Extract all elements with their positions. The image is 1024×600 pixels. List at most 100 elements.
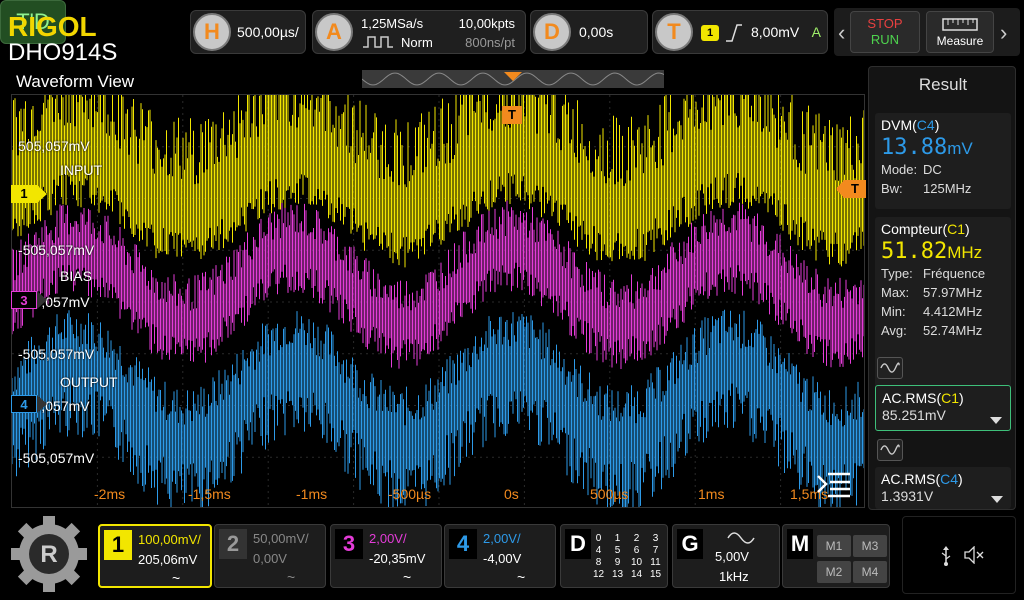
digital-channel-13: 13 <box>611 569 624 580</box>
acrms1-dropdown-icon[interactable] <box>990 417 1002 424</box>
waveform-overview-strip[interactable] <box>361 70 665 88</box>
trigger-level-marker[interactable]: T <box>836 180 866 198</box>
dvm-bw-row: Bw: 125MHz <box>881 179 1011 198</box>
memory-depth: 10,00kpts <box>458 16 515 31</box>
math-m1-button[interactable]: M1 <box>817 535 851 557</box>
dvm-card[interactable]: DVM(C4) 13.88mV Mode: DC Bw: 125MHz <box>875 113 1011 209</box>
acrms-c4-card[interactable]: AC.RMS(C4) 1.3931V <box>875 467 1011 509</box>
trigger-key[interactable]: T <box>655 13 693 51</box>
digital-channels-box[interactable]: D 0 1 2 3 4 5 6 7 8 9 10 11 12 13 14 15 <box>560 524 668 588</box>
horizontal-key[interactable]: H <box>193 13 231 51</box>
counter-reading: 51.82MHz <box>881 239 1011 264</box>
ch2-coupling: ~ <box>287 569 296 585</box>
stop-label: STOP <box>867 16 903 31</box>
delay-panel[interactable]: D 0,00s <box>530 10 648 54</box>
x-tick-6: 1ms <box>698 486 725 502</box>
trigger-level: 8,00mV <box>751 24 800 40</box>
ruler-icon <box>942 18 978 31</box>
trigger-position-marker[interactable]: T <box>502 106 522 124</box>
digital-channel-7: 7 <box>652 545 659 556</box>
counter-max-key: Max: <box>881 285 910 300</box>
math-m3-button[interactable]: M3 <box>853 535 887 557</box>
menu-expand-icon[interactable] <box>816 470 852 500</box>
stop-run-button[interactable]: STOP RUN <box>850 11 920 53</box>
ch1-voltage-lower: -505,057mV <box>18 242 95 258</box>
acquire-panel[interactable]: A 1,25MSa/s Norm 10,00kpts 800ns/pt <box>312 10 526 54</box>
chevron-right-icon[interactable]: › <box>1000 20 1007 46</box>
dvm-bw-key: Bw: <box>881 181 903 196</box>
digital-channel-15: 15 <box>649 569 662 580</box>
acrms4-name: AC.RMS <box>881 471 936 487</box>
acrms1-header: AC.RMS(C1) <box>882 390 964 406</box>
dvm-mode-value: DC <box>923 162 942 177</box>
channel-2-box[interactable]: 2 50,00mV/ 0,00V ~ <box>214 524 326 588</box>
channel-3-box[interactable]: 3 2,00V/ -20,35mV ~ <box>330 524 442 588</box>
trigger-panel[interactable]: T 1 8,00mV A <box>652 10 828 54</box>
digital-channel-0: 0 <box>595 533 602 544</box>
ch1-number: 1 <box>104 530 132 560</box>
acrms-c1-card[interactable]: AC.RMS(C1) 85.251mV <box>875 385 1011 431</box>
acquire-key[interactable]: A <box>315 13 353 51</box>
acq-mode-icon <box>363 36 393 48</box>
generator-box[interactable]: G 5,00V 1kHz <box>672 524 780 588</box>
model-name: DHO914S <box>8 39 118 66</box>
ch1-voltage-upper: 505,057mV <box>18 138 90 154</box>
generator-frequency: 1kHz <box>719 569 749 584</box>
ch1-label: INPUT <box>60 162 102 178</box>
acrms1-name: AC.RMS <box>882 390 937 406</box>
digital-channel-grid: 0 1 2 3 4 5 6 7 8 9 10 11 12 13 14 15 <box>589 533 665 581</box>
counter-type-key: Type: <box>881 266 913 281</box>
gear-icon[interactable]: R <box>6 514 92 594</box>
counter-type-row: Type: Fréquence <box>881 264 1011 283</box>
counter-name: Compteur <box>881 221 943 237</box>
acrms4-dropdown-icon[interactable] <box>991 496 1003 503</box>
counter-avg-key: Avg: <box>881 323 907 338</box>
speaker-mute-icon[interactable] <box>964 546 986 564</box>
acrms4-source: C4 <box>940 471 959 487</box>
math-m2-button[interactable]: M2 <box>817 561 851 583</box>
ch3-offset: -20,35mV <box>369 551 426 566</box>
math-m4-button[interactable]: M4 <box>853 561 887 583</box>
dvm-reading: 13.88mV <box>881 135 1011 160</box>
counter-min-value: 4.412MHz <box>923 304 983 319</box>
channel-1-box[interactable]: 1 100,00mV/ 205,06mV ~ <box>98 524 212 588</box>
dvm-header: DVM(C4) <box>881 117 940 133</box>
trigger-coupling: A <box>811 24 821 40</box>
counter-card[interactable]: Compteur(C1) 51.82MHz Type: Fréquence Max… <box>875 217 1011 413</box>
dvm-mode-key: Mode: <box>881 162 918 177</box>
result-title: Result <box>918 75 968 94</box>
acrms4-header: AC.RMS(C4) <box>881 471 963 487</box>
ch3-number: 3 <box>335 529 363 559</box>
waveform-canvas <box>12 95 864 507</box>
digital-channel-10: 10 <box>630 557 643 568</box>
math-box[interactable]: M M1 M3 M2 M4 <box>782 524 890 588</box>
x-tick-1: -1,5ms <box>188 486 231 502</box>
chevron-left-icon[interactable]: ‹ <box>838 20 845 46</box>
waveform-display[interactable] <box>11 94 865 508</box>
ch1-coupling: ~ <box>172 570 181 586</box>
counter-max-row: Max: 57.97MHz <box>881 283 1011 302</box>
digital-channel-14: 14 <box>630 569 643 580</box>
x-tick-0: -2ms <box>94 486 126 502</box>
ch3-voltage-lower: -505,057mV <box>18 346 95 362</box>
measure-button[interactable]: Measure <box>926 11 994 53</box>
acquire-mode: Norm <box>401 35 433 50</box>
horizontal-panel[interactable]: H 500,00µs/ <box>190 10 306 54</box>
digital-channel-8: 8 <box>595 557 602 568</box>
x-tick-3: -500µs <box>388 486 432 502</box>
sample-rate: 1,25MSa/s <box>361 16 424 31</box>
delay-key[interactable]: D <box>533 13 571 51</box>
digital-channel-5: 5 <box>614 545 621 556</box>
channel-4-box[interactable]: 4 2,00V/ -4,00V ~ <box>444 524 556 588</box>
ch4-label: OUTPUT <box>60 374 118 390</box>
counter-max-value: 57.97MHz <box>923 285 983 300</box>
dvm-unit: mV <box>947 139 973 158</box>
acrms1-wave-icon <box>877 357 903 379</box>
counter-min-key: Min: <box>881 304 906 319</box>
digital-channel-9: 9 <box>614 557 621 568</box>
counter-header: Compteur(C1) <box>881 221 970 237</box>
brand-logo: RIGOL DHO914S <box>8 12 118 66</box>
counter-source: C1 <box>947 221 966 237</box>
ch4-voltage-lower: -505,057mV <box>18 450 95 466</box>
trigger-position-tag: T <box>502 106 522 124</box>
